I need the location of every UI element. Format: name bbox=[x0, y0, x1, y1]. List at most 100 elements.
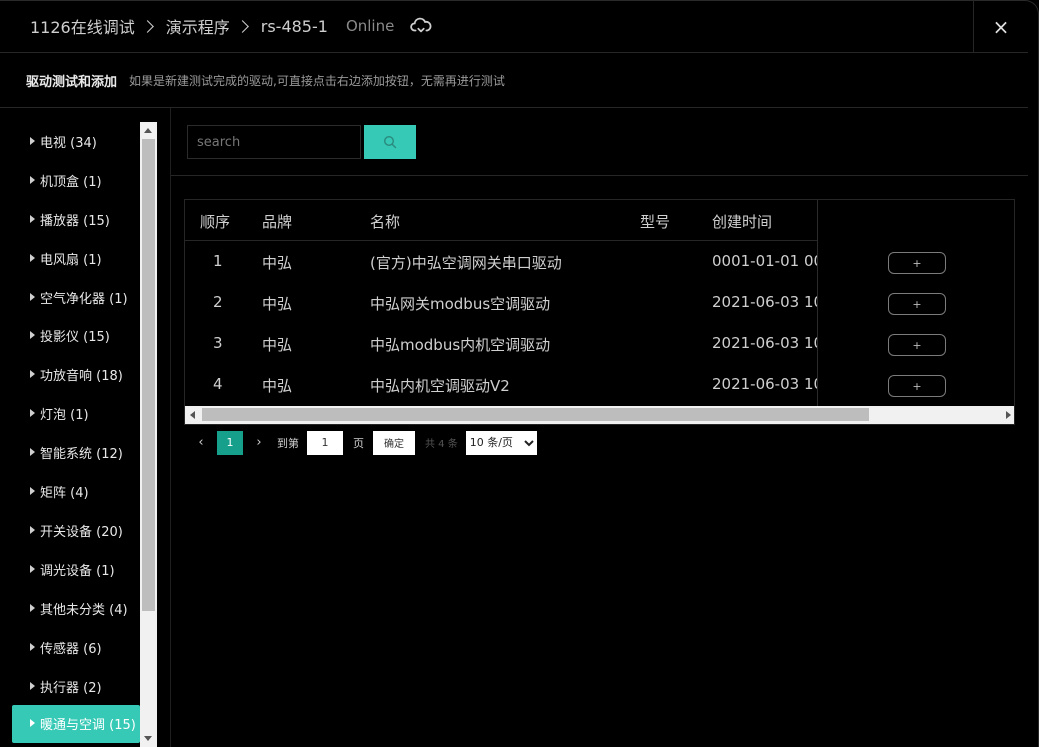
page-size-select[interactable]: 10 条/页 bbox=[465, 430, 537, 455]
sidebar-item-category[interactable]: 电风扇 (1) bbox=[12, 239, 140, 278]
scrollbar-thumb[interactable] bbox=[142, 139, 155, 611]
scroll-up-icon[interactable] bbox=[144, 128, 152, 133]
scroll-down-icon[interactable] bbox=[144, 736, 152, 741]
sidebar-item-category[interactable]: 暖通与空调 (15) bbox=[12, 704, 140, 743]
sidebar-item-category[interactable]: 其他未分类 (4) bbox=[12, 589, 140, 628]
search-input[interactable] bbox=[187, 125, 361, 159]
search-bar bbox=[187, 125, 416, 159]
sidebar-item-category[interactable]: 电视 (34) bbox=[12, 122, 140, 161]
caret-right-icon bbox=[30, 564, 35, 573]
sidebar-item-category[interactable]: 投影仪 (15) bbox=[12, 317, 140, 356]
cell-created: 2021-06-03 10 bbox=[712, 375, 824, 393]
sidebar-item-label: 播放器 (15) bbox=[40, 213, 110, 229]
sidebar-item-category[interactable]: 空气净化器 (1) bbox=[12, 278, 140, 317]
sidebar-item-category[interactable]: 灯泡 (1) bbox=[12, 394, 140, 433]
sidebar-item-category[interactable]: 矩阵 (4) bbox=[12, 472, 140, 511]
sidebar-item-category[interactable]: 功放音响 (18) bbox=[12, 355, 140, 394]
add-driver-button[interactable]: + bbox=[888, 293, 946, 315]
caret-right-icon bbox=[30, 331, 35, 340]
cell-created: 2021-06-03 10 bbox=[712, 334, 824, 352]
page-unit-label: 页 bbox=[353, 436, 364, 450]
status-badge: Online bbox=[345, 17, 395, 35]
scroll-left-icon[interactable] bbox=[190, 411, 195, 419]
cloud-sync-icon[interactable] bbox=[410, 17, 432, 35]
scroll-right-icon[interactable] bbox=[1006, 411, 1011, 419]
sidebar-item-category[interactable]: 传感器 (6) bbox=[12, 628, 140, 667]
table-horizontal-scrollbar[interactable] bbox=[185, 406, 1014, 424]
caret-right-icon bbox=[30, 175, 35, 184]
caret-right-icon bbox=[30, 253, 35, 262]
sidebar-item-category[interactable]: 播放器 (15) bbox=[12, 200, 140, 239]
sidebar-item-label: 执行器 (2) bbox=[40, 680, 102, 696]
sidebar-item-label: 电风扇 (1) bbox=[40, 252, 102, 268]
divider bbox=[171, 175, 1028, 176]
goto-label: 到第 bbox=[277, 436, 299, 450]
add-driver-button[interactable]: + bbox=[888, 375, 946, 397]
category-sidebar: 电视 (34) 机顶盒 (1) 播放器 (15) 电风扇 (1) 空气净化器 (1) 投影… bbox=[0, 122, 158, 747]
sidebar-item-label: 矩阵 (4) bbox=[40, 486, 89, 502]
caret-right-icon bbox=[30, 642, 35, 651]
goto-page-input[interactable] bbox=[307, 430, 343, 455]
sidebar-item-label: 智能系统 (12) bbox=[40, 447, 123, 463]
breadcrumb-item-project[interactable]: 1126在线调试 bbox=[30, 14, 135, 38]
sidebar-item-label: 投影仪 (15) bbox=[40, 330, 110, 346]
prev-page-button[interactable]: ‹ bbox=[193, 431, 209, 455]
sidebar-item-category[interactable]: 机顶盒 (1) bbox=[12, 161, 140, 200]
sidebar-scrollbar[interactable] bbox=[140, 122, 157, 747]
caret-right-icon bbox=[30, 214, 35, 223]
goto-confirm-button[interactable]: 确定 bbox=[373, 430, 415, 455]
add-driver-button[interactable]: + bbox=[888, 252, 946, 274]
cell-index: 2 bbox=[213, 293, 223, 311]
sidebar-item-label: 调光设备 (1) bbox=[40, 563, 115, 579]
search-icon bbox=[383, 135, 397, 149]
cell-name: 中弘网关modbus空调驱动 bbox=[370, 295, 551, 313]
cell-name: 中弘内机空调驱动V2 bbox=[370, 377, 510, 395]
cell-index: 3 bbox=[213, 334, 223, 352]
cell-created: 0001-01-01 00 bbox=[712, 252, 824, 270]
driver-table: 顺序 品牌 名称 型号 创建时间 1 中弘 (官方)中弘空调网关串口驱动 0001-0… bbox=[184, 199, 1015, 425]
column-header-name: 名称 bbox=[370, 213, 401, 231]
cell-brand: 中弘 bbox=[262, 377, 293, 395]
sidebar-item-label: 灯泡 (1) bbox=[40, 408, 89, 424]
cell-brand: 中弘 bbox=[262, 336, 293, 354]
sidebar-item-label: 暖通与空调 (15) bbox=[40, 718, 136, 733]
cell-index: 4 bbox=[213, 375, 223, 393]
sidebar-item-label: 电视 (34) bbox=[40, 135, 97, 151]
cell-index: 1 bbox=[213, 252, 223, 270]
sidebar-item-category[interactable]: 开关设备 (20) bbox=[12, 511, 140, 550]
section-description: 如果是新建测试完成的驱动,可直接点击右边添加按钮，无需再进行测试 bbox=[129, 74, 505, 88]
caret-right-icon bbox=[30, 525, 35, 534]
cell-created: 2021-06-03 10 bbox=[712, 293, 824, 311]
caret-right-icon bbox=[30, 603, 35, 612]
chevron-right-icon bbox=[235, 19, 249, 33]
cell-brand: 中弘 bbox=[262, 254, 293, 272]
caret-right-icon bbox=[30, 292, 35, 301]
breadcrumb-item-program[interactable]: 演示程序 bbox=[166, 14, 230, 38]
close-button[interactable]: × bbox=[973, 0, 1028, 53]
caret-right-icon bbox=[30, 487, 35, 496]
cell-name: (官方)中弘空调网关串口驱动 bbox=[370, 254, 562, 272]
caret-right-icon bbox=[30, 136, 35, 145]
next-page-button[interactable]: › bbox=[251, 431, 267, 455]
caret-right-icon bbox=[30, 409, 35, 418]
total-count: 共 4 条 bbox=[425, 439, 458, 450]
caret-right-icon bbox=[30, 370, 35, 379]
cell-name: 中弘modbus内机空调驱动 bbox=[370, 336, 551, 354]
sidebar-item-label: 传感器 (6) bbox=[40, 641, 102, 657]
sidebar-item-category[interactable]: 智能系统 (12) bbox=[12, 433, 140, 472]
pagination: ‹ 1 › 到第 页 确定 共 4 条 10 条/页 bbox=[193, 430, 537, 455]
sidebar-item-label: 开关设备 (20) bbox=[40, 524, 123, 540]
sidebar-item-label: 其他未分类 (4) bbox=[40, 602, 128, 618]
sidebar-item-category[interactable]: 执行器 (2) bbox=[12, 667, 140, 706]
cell-brand: 中弘 bbox=[262, 295, 293, 313]
scrollbar-thumb[interactable] bbox=[202, 408, 869, 421]
search-button[interactable] bbox=[364, 125, 416, 159]
column-header-index: 顺序 bbox=[200, 213, 231, 231]
section-title: 驱动测试和添加 bbox=[26, 75, 118, 90]
sidebar-item-category[interactable]: 调光设备 (1) bbox=[12, 550, 140, 589]
caret-right-icon bbox=[30, 719, 35, 727]
column-header-created: 创建时间 bbox=[712, 213, 773, 231]
page-number-button[interactable]: 1 bbox=[217, 430, 243, 455]
column-header-model: 型号 bbox=[640, 213, 671, 231]
add-driver-button[interactable]: + bbox=[888, 334, 946, 356]
